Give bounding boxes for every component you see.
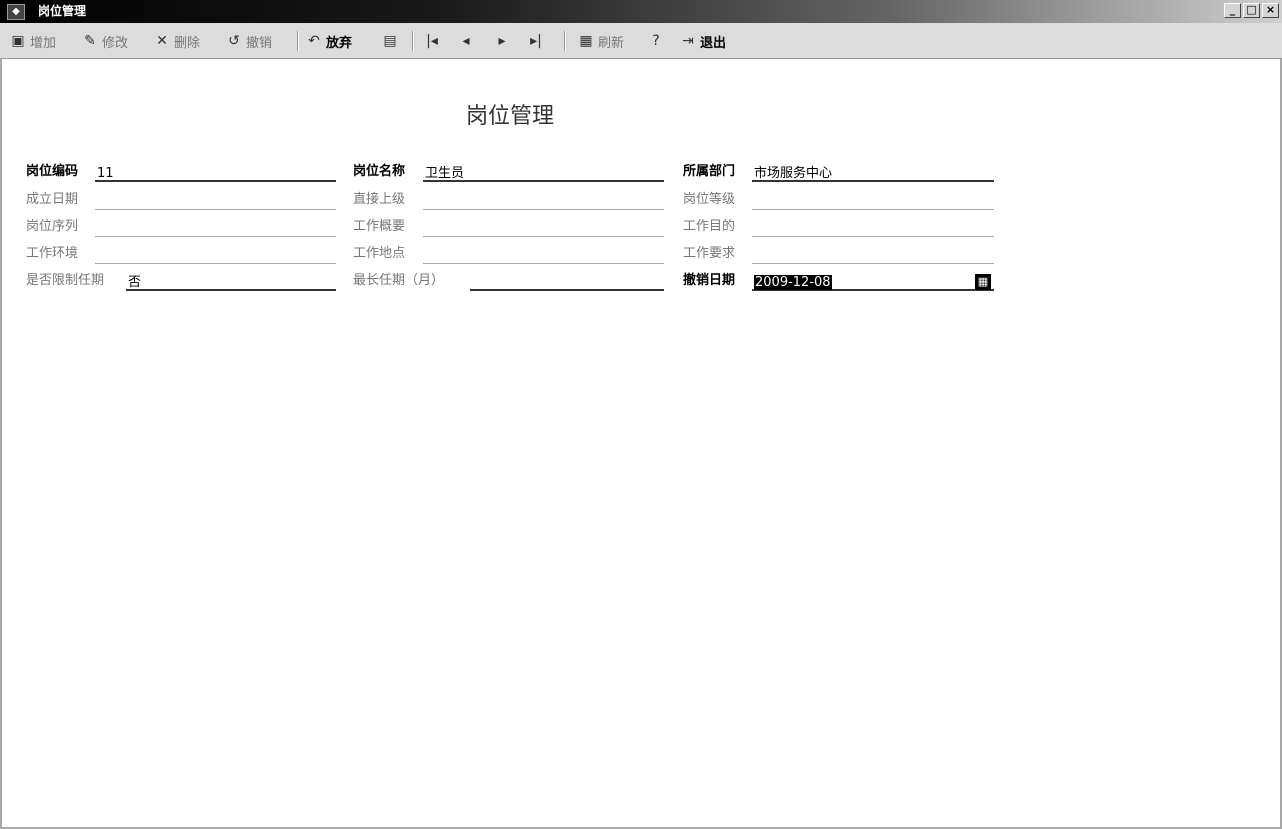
delete-icon: ✕ xyxy=(156,33,168,49)
title-bar: ◆ 岗位管理 _ □ × xyxy=(0,0,1282,23)
max-term-field[interactable] xyxy=(470,275,664,291)
max-term-label: 最长任期（月） xyxy=(353,273,445,288)
edit-icon: ✎ xyxy=(84,33,96,49)
refresh-icon: ▦ xyxy=(579,33,593,49)
refresh-button[interactable]: ▦ 刷新 xyxy=(578,23,624,59)
sequence-field[interactable] xyxy=(95,221,336,237)
dept-label: 所属部门 xyxy=(683,164,736,179)
requirement-label: 工作要求 xyxy=(683,246,736,261)
add-icon: ▣ xyxy=(11,33,25,49)
grade-label: 岗位等级 xyxy=(683,192,736,207)
add-label: 增加 xyxy=(30,35,57,51)
close-button[interactable]: × xyxy=(1262,3,1279,18)
app-icon: ◆ xyxy=(7,4,25,20)
refresh-label: 刷新 xyxy=(598,35,625,51)
first-record-button[interactable]: |◂ xyxy=(424,23,440,59)
sequence-label: 岗位序列 xyxy=(26,219,79,234)
window-controls: _ □ × xyxy=(1224,3,1279,18)
save-icon: ▤ xyxy=(383,33,397,49)
superior-label: 直接上级 xyxy=(353,192,406,207)
page-title: 岗位管理 xyxy=(465,104,554,129)
discard-button[interactable]: ↶ 放弃 xyxy=(306,23,352,59)
undo-icon: ↺ xyxy=(228,33,240,49)
prev-record-button[interactable]: ◂ xyxy=(458,23,474,59)
discard-icon: ↶ xyxy=(308,33,320,49)
setup-date-field[interactable] xyxy=(95,194,336,210)
grade-field[interactable] xyxy=(752,194,994,210)
revoke-date-value: 2009-12-08 xyxy=(754,275,832,290)
edit-label: 修改 xyxy=(102,35,129,51)
summary-field[interactable] xyxy=(423,221,664,237)
toolbar-separator xyxy=(297,31,299,51)
window-title: 岗位管理 xyxy=(38,4,87,18)
delete-button[interactable]: ✕ 删除 xyxy=(154,23,200,59)
help-button[interactable]: ? xyxy=(648,23,664,59)
prev-record-icon: ◂ xyxy=(462,33,470,49)
last-record-button[interactable]: ▸| xyxy=(528,23,544,59)
maximize-button[interactable]: □ xyxy=(1243,3,1260,18)
exit-button[interactable]: ⇥ 退出 xyxy=(680,23,726,59)
post-code-field[interactable]: 11 xyxy=(95,166,336,182)
location-field[interactable] xyxy=(423,248,664,264)
post-code-label: 岗位编码 xyxy=(26,164,79,179)
post-name-field[interactable]: 卫生员 xyxy=(423,166,664,182)
delete-label: 删除 xyxy=(174,35,201,51)
summary-label: 工作概要 xyxy=(353,219,406,234)
revoke-date-label: 撤销日期 xyxy=(683,273,736,288)
exit-icon: ⇥ xyxy=(682,33,694,49)
term-limit-label: 是否限制任期 xyxy=(26,273,105,288)
requirement-field[interactable] xyxy=(752,248,994,264)
dept-field[interactable]: 市场服务中心 xyxy=(752,166,994,182)
add-button[interactable]: ▣ 增加 xyxy=(10,23,56,59)
environment-field[interactable] xyxy=(95,248,336,264)
environment-label: 工作环境 xyxy=(26,246,79,261)
save-button[interactable]: ▤ xyxy=(382,23,398,59)
help-icon: ? xyxy=(652,33,660,49)
superior-field[interactable] xyxy=(423,194,664,210)
revoke-date-field[interactable]: 2009-12-08 xyxy=(752,275,994,291)
toolbar-separator xyxy=(412,31,414,51)
purpose-label: 工作目的 xyxy=(683,219,736,234)
exit-label: 退出 xyxy=(700,35,727,51)
undo-button[interactable]: ↺ 撤销 xyxy=(226,23,272,59)
next-record-icon: ▸ xyxy=(498,33,506,49)
toolbar: ▣ 增加 ✎ 修改 ✕ 删除 ↺ 撤销 ↶ 放弃 ▤ |◂ ◂ ▸ ▸| ▦ 刷… xyxy=(0,23,1282,59)
next-record-button[interactable]: ▸ xyxy=(494,23,510,59)
discard-label: 放弃 xyxy=(326,35,353,51)
minimize-button[interactable]: _ xyxy=(1224,3,1241,18)
post-name-label: 岗位名称 xyxy=(353,164,406,179)
edit-button[interactable]: ✎ 修改 xyxy=(82,23,128,59)
term-limit-select[interactable]: 否 xyxy=(126,275,336,291)
location-label: 工作地点 xyxy=(353,246,406,261)
first-record-icon: |◂ xyxy=(426,33,438,49)
undo-label: 撤销 xyxy=(246,35,273,51)
setup-date-label: 成立日期 xyxy=(26,192,79,207)
calendar-icon[interactable]: ▦ xyxy=(975,274,991,290)
last-record-icon: ▸| xyxy=(530,33,542,49)
purpose-field[interactable] xyxy=(752,221,994,237)
toolbar-separator xyxy=(564,31,566,51)
